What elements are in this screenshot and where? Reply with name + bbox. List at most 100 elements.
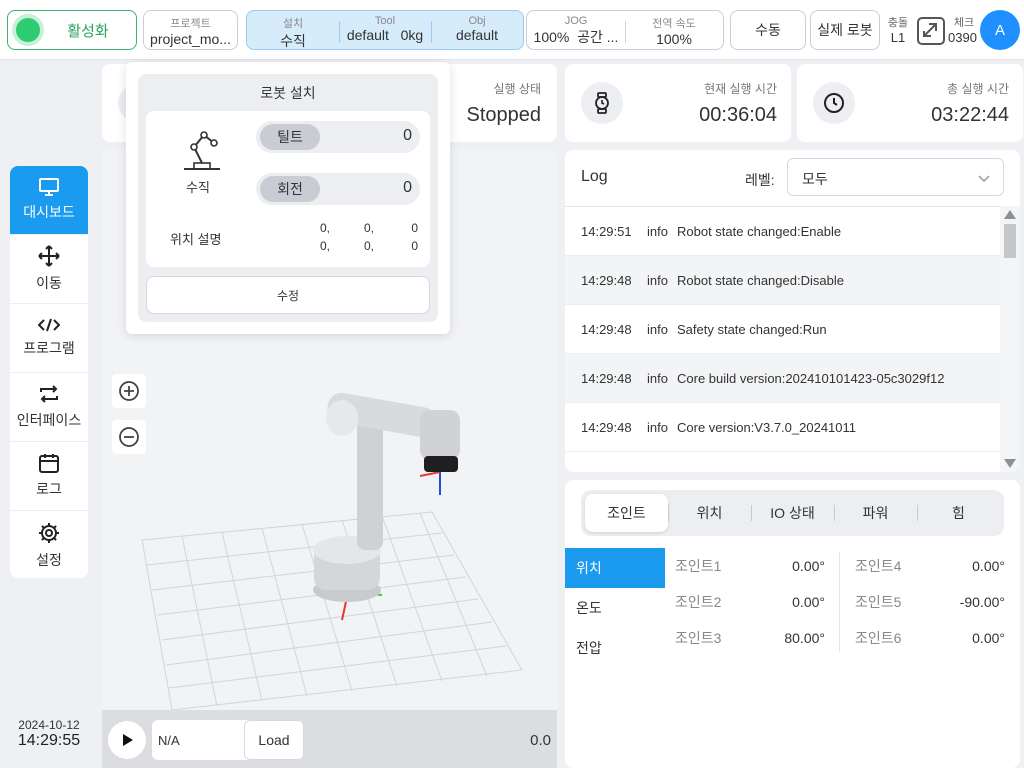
log-level: info bbox=[647, 419, 668, 435]
check-caption: 체크 bbox=[953, 17, 975, 29]
joint-row: 조인트5 -90.00° bbox=[845, 584, 1015, 620]
install-obj-value: default bbox=[455, 27, 499, 43]
joint-row: 조인트3 80.00° bbox=[665, 620, 835, 656]
user-avatar[interactable]: A bbox=[980, 10, 1020, 50]
collision-level[interactable]: 충돌 L1 bbox=[884, 14, 912, 45]
mount-type-label: 수직 bbox=[186, 180, 210, 195]
log-row: 14:29:51 info Robot state changed:Enable bbox=[565, 207, 1000, 256]
joint-value: 0.00° bbox=[972, 630, 1005, 646]
global-speed[interactable]: 전역 속도 100% bbox=[625, 11, 723, 49]
activate-label: 활성화 bbox=[67, 22, 109, 40]
tab-position[interactable]: 위치 bbox=[668, 494, 751, 532]
tab-power[interactable]: 파워 bbox=[834, 494, 917, 532]
sidebar-item-log[interactable]: 로그 bbox=[10, 442, 88, 511]
clock-icon bbox=[813, 82, 855, 124]
install-mount[interactable]: 설치 수직 bbox=[247, 11, 339, 49]
jog-selector[interactable]: JOG 100% 공간 ... 전역 속도 100% bbox=[526, 10, 724, 50]
install-tool-value: default 0kg bbox=[346, 27, 424, 43]
activate-button[interactable]: 활성화 bbox=[7, 10, 137, 50]
play-button[interactable] bbox=[108, 721, 146, 759]
code-icon bbox=[38, 318, 60, 332]
sidebar-item-settings[interactable]: 설정 bbox=[10, 511, 88, 578]
position-value: 0, bbox=[363, 221, 374, 235]
joint-value: -90.00° bbox=[959, 594, 1005, 610]
subnav-position[interactable]: 위치 bbox=[565, 548, 665, 588]
zoom-out-button[interactable] bbox=[112, 420, 146, 454]
project-selector[interactable]: 프로젝트 project_mo... bbox=[143, 10, 238, 50]
tab-joint[interactable]: 조인트 bbox=[585, 494, 668, 532]
program-control-bar: N/A Load 0.0 bbox=[102, 710, 557, 768]
tilt-field[interactable]: 틸트 0 bbox=[256, 121, 420, 153]
manual-mode-button[interactable]: 수동 bbox=[730, 10, 806, 50]
joint-column-right: 조인트4 0.00° 조인트5 -90.00° 조인트6 0.00° bbox=[845, 548, 1015, 656]
zoom-in-button[interactable] bbox=[112, 374, 146, 408]
install-tool[interactable]: Tool default 0kg bbox=[339, 11, 431, 49]
joint-name: 조인트5 bbox=[855, 594, 902, 610]
tilt-value: 0 bbox=[403, 127, 412, 144]
load-button[interactable]: Load bbox=[244, 720, 304, 760]
log-level: info bbox=[647, 321, 668, 337]
program-name: N/A bbox=[158, 733, 180, 748]
robot-arm-icon bbox=[184, 131, 220, 170]
total-runtime-value: 03:22:44 bbox=[931, 104, 1009, 126]
tilt-label: 틸트 bbox=[260, 124, 320, 150]
level-value: 모두 bbox=[802, 171, 828, 187]
global-speed-value: 100% bbox=[656, 31, 692, 47]
log-message: Core build version:202410101423-05c3029f… bbox=[677, 370, 945, 386]
install-mount-value: 수직 bbox=[280, 33, 306, 49]
position-value: 0, bbox=[363, 239, 374, 253]
run-state-value: Stopped bbox=[466, 104, 541, 126]
system-clock: 2024-10-12 14:29:55 bbox=[14, 718, 84, 750]
gear-icon bbox=[39, 522, 59, 543]
rotate-value: 0 bbox=[403, 179, 412, 196]
calendar-icon bbox=[39, 454, 59, 473]
install-selector[interactable]: 설치 수직 Tool default 0kg Obj default bbox=[246, 10, 524, 50]
log-time: 14:29:51 bbox=[581, 223, 632, 239]
tab-force[interactable]: 힘 bbox=[917, 494, 1000, 532]
install-panel: 수직 틸트 0 회전 0 위치 설명 0, 0, 0 0, 0, 0 bbox=[146, 111, 430, 267]
joint-row: 조인트2 0.00° bbox=[665, 584, 835, 620]
subnav-voltage[interactable]: 전압 bbox=[565, 628, 665, 668]
edit-button[interactable]: 수정 bbox=[146, 276, 430, 314]
joint-column-left: 조인트1 0.00° 조인트2 0.00° 조인트3 80.00° bbox=[665, 548, 835, 656]
real-robot-button[interactable]: 실제 로봇 bbox=[810, 10, 880, 50]
current-runtime-value: 00:36:04 bbox=[699, 104, 777, 126]
install-tool-caption: Tool bbox=[374, 15, 396, 27]
log-level: info bbox=[647, 223, 668, 239]
log-message: Robot state changed:Disable bbox=[677, 272, 844, 288]
scroll-up-icon[interactable] bbox=[1004, 210, 1016, 219]
joint-row: 조인트1 0.00° bbox=[665, 548, 835, 584]
log-list[interactable]: 14:29:51 info Robot state changed:Enable… bbox=[565, 206, 1000, 472]
clock-time: 14:29:55 bbox=[17, 732, 81, 749]
log-row: 14:29:48 info Robot state changed:Disabl… bbox=[565, 256, 1000, 305]
sidebar-item-interface[interactable]: 인터페이스 bbox=[10, 373, 88, 442]
check-status[interactable]: 체크 0390 bbox=[948, 14, 980, 45]
jog-speed[interactable]: JOG 100% 공간 ... bbox=[527, 11, 625, 49]
expand-icon[interactable] bbox=[916, 16, 946, 46]
sidebar-item-program[interactable]: 프로그램 bbox=[10, 304, 88, 373]
log-row: 14:29:48 info Core version:V3.7.0_202410… bbox=[565, 403, 1000, 452]
zoom-in-icon bbox=[119, 381, 139, 401]
subnav-temperature[interactable]: 온도 bbox=[565, 588, 665, 628]
level-label: 레벨: bbox=[745, 172, 775, 188]
rotate-field[interactable]: 회전 0 bbox=[256, 173, 420, 205]
log-time: 14:29:48 bbox=[581, 370, 632, 386]
scroll-down-icon[interactable] bbox=[1004, 459, 1016, 468]
log-scrollbar[interactable] bbox=[1000, 206, 1020, 472]
sidebar-item-dashboard[interactable]: 대시보드 bbox=[10, 166, 88, 235]
install-obj[interactable]: Obj default bbox=[431, 11, 523, 49]
joint-subnav: 위치 온도 전압 bbox=[565, 548, 665, 668]
sidebar-item-move[interactable]: 이동 bbox=[10, 235, 88, 304]
log-time: 14:29:48 bbox=[581, 272, 632, 288]
log-level: info bbox=[647, 272, 668, 288]
joint-value: 0.00° bbox=[792, 594, 825, 610]
program-name-field[interactable]: N/A Load bbox=[152, 720, 304, 760]
tab-io-status[interactable]: IO 상태 bbox=[751, 494, 834, 532]
level-select[interactable]: 모두 bbox=[787, 158, 1004, 196]
scroll-thumb[interactable] bbox=[1004, 224, 1016, 258]
position-label: 위치 설명 bbox=[170, 232, 222, 247]
install-obj-caption: Obj bbox=[468, 15, 486, 27]
log-message: Robot state changed:Enable bbox=[677, 223, 842, 239]
sidebar-item-label: 이동 bbox=[36, 275, 62, 291]
log-message: Safety state changed:Run bbox=[677, 321, 827, 337]
